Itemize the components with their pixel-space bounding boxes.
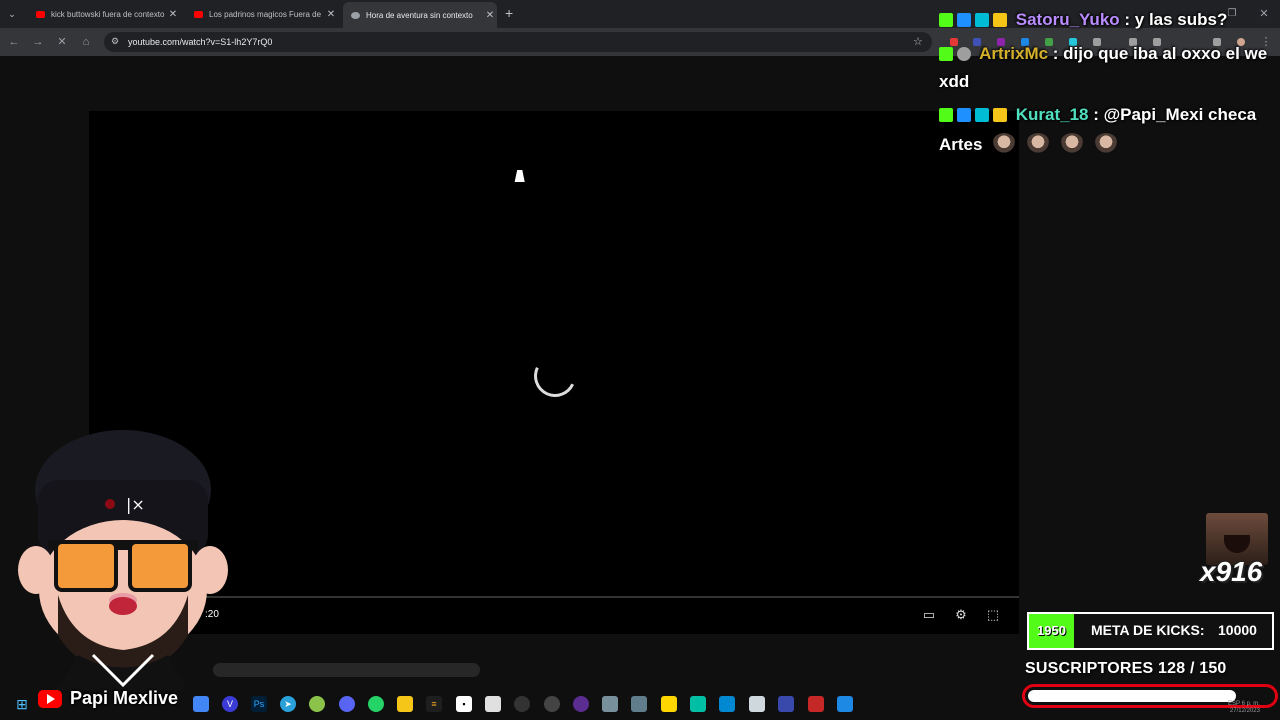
kick-badge-icon bbox=[939, 13, 953, 27]
chrome-icon[interactable] bbox=[193, 696, 209, 712]
subscribers-goal-label: SUSCRIPTORES 128 / 150 bbox=[1025, 660, 1227, 677]
chat-text: : dijo que iba al oxxo el we bbox=[1048, 44, 1268, 63]
tab-3-active[interactable]: Hora de aventura sin contexto ✕ bbox=[343, 2, 497, 28]
emote-multiplier: x916 bbox=[1200, 556, 1263, 587]
tab-search-button[interactable]: ⌄ bbox=[4, 6, 20, 22]
app-icon[interactable] bbox=[485, 696, 501, 712]
video-title-placeholder bbox=[213, 663, 480, 677]
app-icon[interactable] bbox=[690, 696, 706, 712]
video-progress-bar[interactable] bbox=[89, 596, 1019, 598]
kicks-current: 1950 bbox=[1029, 614, 1074, 648]
verified-badge-icon bbox=[975, 13, 989, 27]
face-emote-icon bbox=[1060, 133, 1085, 155]
chat-username: ArtrixMc bbox=[979, 44, 1049, 63]
chat-continuation: Artes bbox=[939, 135, 983, 154]
app-icon[interactable] bbox=[602, 696, 618, 712]
app-icon[interactable] bbox=[749, 696, 765, 712]
system-tray-clock[interactable]: ESP 6 p. m. 27/12/2023 bbox=[1228, 701, 1260, 715]
close-icon[interactable]: ✕ bbox=[166, 9, 180, 20]
face-emote-icon bbox=[1094, 133, 1119, 155]
face-emote-icon bbox=[992, 133, 1017, 155]
forward-icon[interactable]: → bbox=[30, 34, 46, 50]
face-emote-icon bbox=[1026, 133, 1051, 155]
app-icon[interactable]: ▪ bbox=[456, 696, 472, 712]
whatsapp-icon[interactable] bbox=[368, 696, 384, 712]
vivaldi-icon[interactable]: V bbox=[222, 696, 238, 712]
close-icon[interactable]: ✕ bbox=[483, 10, 497, 21]
keyboard-language: ESP bbox=[1228, 701, 1240, 707]
svg-text:|⨯: |⨯ bbox=[126, 495, 145, 514]
chat-username: Kurat_18 bbox=[1015, 105, 1089, 124]
app-icon[interactable]: ≡ bbox=[426, 696, 442, 712]
mouse-badge-icon bbox=[957, 47, 971, 61]
chat-message: Kurat_18 : @Papi_Mexi checa bbox=[939, 105, 1256, 125]
home-icon[interactable]: ⌂ bbox=[78, 34, 94, 50]
file-explorer-icon[interactable] bbox=[397, 696, 413, 712]
clock-date: 27/12/2023 bbox=[1229, 708, 1260, 714]
youtube-icon bbox=[194, 10, 203, 18]
chat-continuation: xdd bbox=[939, 72, 970, 91]
close-window-icon[interactable]: ✕ bbox=[1256, 6, 1272, 22]
sticky-notes-icon[interactable] bbox=[661, 696, 677, 712]
tab-title: Hora de aventura sin contexto bbox=[366, 10, 473, 20]
kick-badge-icon bbox=[939, 108, 953, 122]
telegram-icon[interactable]: ➤ bbox=[280, 696, 296, 712]
new-tab-icon[interactable]: + bbox=[505, 5, 513, 21]
settings-gear-icon[interactable]: ⚙ bbox=[952, 606, 970, 624]
tab-2[interactable]: Los padrinos magicos Fuera de ✕ bbox=[186, 4, 338, 24]
crown-badge-icon bbox=[993, 13, 1007, 27]
loading-icon bbox=[351, 11, 360, 19]
app-icon[interactable] bbox=[837, 696, 853, 712]
app-icon[interactable] bbox=[719, 696, 735, 712]
stop-icon[interactable]: ✕ bbox=[54, 34, 70, 50]
moderator-badge-icon bbox=[957, 108, 971, 122]
kicks-goal-label: META DE KICKS: bbox=[1091, 622, 1205, 638]
windows-start-icon[interactable]: ⊞ bbox=[14, 696, 30, 712]
crown-badge-icon bbox=[993, 108, 1007, 122]
tab-1[interactable]: kick buttowski fuera de contexto ✕ bbox=[28, 4, 180, 24]
app-icon[interactable] bbox=[573, 696, 589, 712]
kick-badge-icon bbox=[939, 47, 953, 61]
app-icon[interactable] bbox=[309, 696, 325, 712]
chat-message-continuation: Artes bbox=[939, 133, 1119, 155]
chat-message: Satoru_Yuko : y las subs? bbox=[939, 10, 1227, 30]
tab-title: Los padrinos magicos Fuera de bbox=[209, 9, 322, 19]
tab-title: kick buttowski fuera de contexto bbox=[51, 9, 165, 19]
moderator-badge-icon bbox=[957, 13, 971, 27]
chat-message: ArtrixMc : dijo que iba al oxxo el we bbox=[939, 44, 1267, 64]
theater-mode-icon[interactable]: ⬚ bbox=[984, 606, 1002, 624]
bookmark-star-icon[interactable]: ☆ bbox=[913, 35, 923, 48]
clock-time: 6 p. m. bbox=[1241, 701, 1260, 707]
app-icon[interactable] bbox=[514, 696, 530, 712]
chat-text: : @Papi_Mexi checa bbox=[1088, 105, 1257, 124]
youtube-icon bbox=[36, 10, 45, 18]
chat-text: : y las subs? bbox=[1119, 10, 1228, 29]
subtitles-icon[interactable]: ▭ bbox=[920, 606, 938, 624]
close-icon[interactable]: ✕ bbox=[324, 9, 338, 20]
app-icon[interactable] bbox=[808, 696, 824, 712]
streamer-avatar: |⨯ bbox=[18, 430, 228, 690]
obs-icon[interactable] bbox=[544, 696, 560, 712]
photoshop-icon[interactable]: Ps bbox=[251, 696, 267, 712]
app-icon[interactable] bbox=[631, 696, 647, 712]
site-info-icon[interactable]: ⚙ bbox=[111, 36, 119, 47]
discord-icon[interactable] bbox=[339, 696, 355, 712]
kicks-goal-value: 10000 bbox=[1218, 622, 1257, 638]
url-text[interactable]: youtube.com/watch?v=S1-lh2Y7rQ0 bbox=[128, 37, 272, 47]
verified-badge-icon bbox=[975, 108, 989, 122]
back-icon[interactable]: ← bbox=[6, 34, 22, 50]
chat-username: Satoru_Yuko bbox=[1015, 10, 1120, 29]
app-icon[interactable] bbox=[778, 696, 794, 712]
